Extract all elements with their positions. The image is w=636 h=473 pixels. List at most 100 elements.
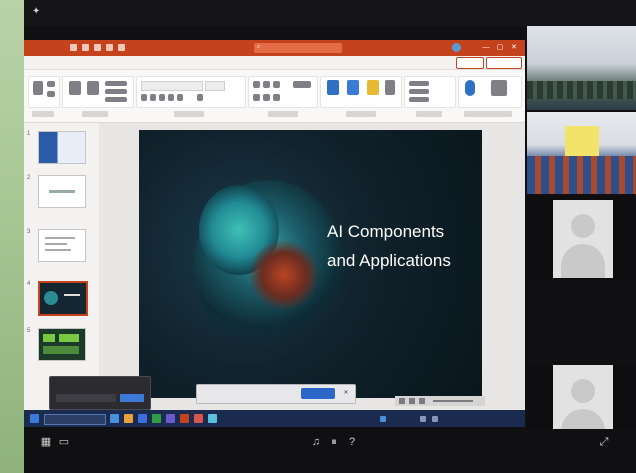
shared-screen-powerpoint: ⌕ — ▢ ✕ 1 2 3 4 5 AI Components and Appl… — [24, 40, 525, 410]
participant-video-classroom-1[interactable] — [527, 26, 636, 110]
slide-number: 5 — [27, 328, 31, 334]
font-color-icon[interactable] — [197, 94, 203, 101]
font-size-dropdown[interactable] — [205, 81, 225, 91]
voice-designer-group — [458, 76, 522, 108]
paste-icon[interactable] — [33, 81, 43, 95]
sharing-popup-field[interactable] — [56, 394, 116, 402]
present-icon[interactable] — [106, 44, 113, 51]
slide-number: 3 — [27, 229, 31, 235]
participant-tile-no-video[interactable] — [527, 196, 636, 280]
grid-icon[interactable]: ▦ — [40, 436, 52, 448]
section-icon[interactable] — [105, 97, 127, 102]
dictate-icon[interactable] — [465, 80, 475, 96]
pause-icon[interactable]: ⏸ — [328, 436, 340, 448]
designer-icon[interactable] — [491, 80, 507, 96]
slide-thumbnail-2[interactable] — [38, 175, 86, 208]
new-slide-icon[interactable] — [69, 81, 81, 95]
banner-action-button[interactable] — [301, 388, 335, 399]
shapes-icon[interactable] — [327, 80, 339, 95]
shape-fill-icon[interactable] — [385, 80, 395, 95]
slide-title-line-1: AI Components — [327, 222, 445, 241]
banner-close-button[interactable]: ✕ — [341, 388, 351, 399]
slide-thumbnail-1[interactable] — [38, 131, 86, 164]
font-name-dropdown[interactable] — [141, 81, 203, 91]
strikethrough-icon[interactable] — [168, 94, 174, 101]
drawing-group — [320, 76, 402, 108]
thumb-line — [49, 190, 75, 193]
align-left-icon[interactable] — [253, 94, 260, 101]
align-center-icon[interactable] — [263, 94, 270, 101]
current-slide[interactable]: AI Components and Applications — [139, 130, 482, 398]
meeting-top-bar — [24, 0, 636, 26]
customize-toolbar-icon[interactable] — [118, 44, 125, 51]
save-icon[interactable] — [70, 44, 77, 51]
slide-number: 1 — [27, 131, 31, 137]
arrange-icon[interactable] — [347, 80, 359, 95]
search-box[interactable]: ⌕ — [254, 43, 342, 53]
align-right-icon[interactable] — [273, 94, 280, 101]
slide-thumbnail-4-selected[interactable] — [38, 281, 88, 316]
sharing-popup-button[interactable] — [120, 394, 144, 402]
replace-icon[interactable] — [409, 89, 429, 94]
slide-thumbnail-3[interactable] — [38, 229, 86, 262]
audio-icon[interactable]: ♫ — [310, 436, 322, 448]
numbering-icon[interactable] — [263, 81, 270, 88]
paragraph-group-label — [268, 111, 298, 117]
help-icon[interactable]: ? — [346, 436, 358, 448]
sorter-view-icon[interactable] — [409, 398, 415, 404]
quick-styles-icon[interactable] — [367, 80, 379, 95]
paragraph-group — [248, 76, 318, 108]
text-direction-icon[interactable] — [293, 81, 311, 88]
bold-icon[interactable] — [141, 94, 147, 101]
chat-icon[interactable]: ▭ — [58, 436, 70, 448]
reset-icon[interactable] — [105, 89, 127, 94]
classroom-screen — [565, 126, 599, 160]
copy-icon[interactable] — [47, 91, 55, 97]
taskbar-powerpoint-icon[interactable] — [180, 414, 189, 423]
drawing-group-label — [346, 111, 376, 117]
start-icon[interactable] — [30, 414, 39, 423]
slide-thumbnail-5[interactable] — [38, 328, 86, 361]
select-icon[interactable] — [409, 97, 429, 102]
taskbar-search-box[interactable] — [44, 414, 106, 425]
taskbar-app-icon[interactable] — [208, 414, 217, 423]
thumb-box — [43, 334, 55, 342]
participant-avatar — [553, 200, 613, 278]
maximize-button[interactable]: ▢ — [496, 43, 504, 52]
tray-volume-icon[interactable] — [432, 416, 438, 422]
underline-icon[interactable] — [159, 94, 165, 101]
share-button[interactable] — [456, 57, 484, 69]
taskbar-app-icon[interactable] — [138, 414, 147, 423]
redo-icon[interactable] — [94, 44, 101, 51]
italic-icon[interactable] — [150, 94, 156, 101]
taskbar-app-icon[interactable] — [194, 414, 203, 423]
clipboard-group-label — [32, 111, 54, 117]
reuse-slides-icon[interactable] — [87, 81, 99, 95]
reading-view-icon[interactable] — [419, 398, 425, 404]
participant-video-classroom-2[interactable] — [527, 112, 636, 194]
fullscreen-icon[interactable]: ⤢ — [598, 436, 610, 448]
cut-icon[interactable] — [47, 81, 55, 87]
taskbar-app-icon[interactable] — [110, 414, 119, 423]
user-avatar[interactable] — [452, 43, 461, 52]
meeting-options-icon[interactable]: ✦ — [32, 7, 44, 17]
find-icon[interactable] — [409, 81, 429, 86]
slides-group — [62, 76, 134, 108]
comments-button[interactable] — [486, 57, 522, 69]
tray-network-icon[interactable] — [420, 416, 426, 422]
indent-icon[interactable] — [273, 81, 280, 88]
slide-editing-canvas: AI Components and Applications — [99, 123, 525, 410]
normal-view-icon[interactable] — [399, 398, 405, 404]
close-button[interactable]: ✕ — [510, 43, 518, 52]
bullets-icon[interactable] — [253, 81, 260, 88]
tray-weather-icon[interactable] — [380, 416, 386, 422]
taskbar-app-icon[interactable] — [124, 414, 133, 423]
taskbar-app-icon[interactable] — [152, 414, 161, 423]
layout-icon[interactable] — [105, 81, 127, 86]
shadow-icon[interactable] — [177, 94, 183, 101]
powerpoint-title-bar: ⌕ — ▢ ✕ — [24, 40, 525, 56]
taskbar-app-icon[interactable] — [166, 414, 175, 423]
zoom-slider[interactable] — [433, 400, 473, 402]
undo-icon[interactable] — [82, 44, 89, 51]
minimize-button[interactable]: — — [482, 43, 490, 52]
